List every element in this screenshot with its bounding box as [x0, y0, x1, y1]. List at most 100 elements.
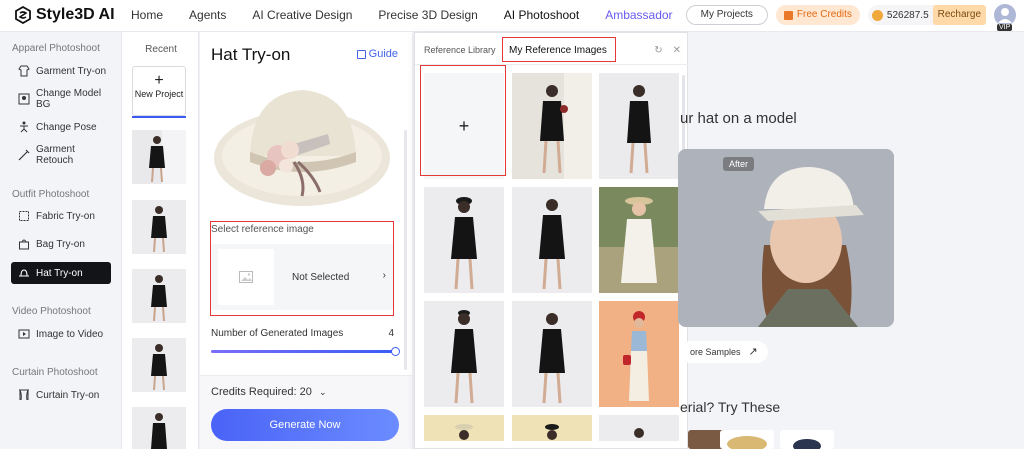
nav-item-precise-3d-design[interactable]: Precise 3D Design [365, 0, 490, 32]
free-credits-button[interactable]: Free Credits [775, 5, 860, 25]
nav-right: My Projects Free Credits 526287.5 Rechar… [685, 4, 1016, 31]
sidebar-item-garment-try-on[interactable]: Garment Try-on [11, 60, 111, 82]
sidebar: Apparel Photoshoot Garment Try-on Change… [0, 32, 121, 449]
model-photo-icon [132, 338, 186, 392]
more-samples-button[interactable]: ore Samples ↗ [680, 341, 768, 363]
refresh-icon[interactable]: ↻ [654, 45, 662, 56]
num-images-slider[interactable] [211, 347, 400, 356]
sidebar-item-change-pose[interactable]: Change Pose [11, 116, 111, 138]
reference-image[interactable] [424, 301, 504, 407]
reference-image[interactable] [599, 415, 679, 441]
sidebar-item-change-model-bg[interactable]: Change Model BG [11, 88, 111, 110]
reference-image[interactable] [424, 187, 504, 293]
user-icon [998, 8, 1012, 23]
cap-thumb-icon [793, 439, 821, 449]
reference-image[interactable] [512, 73, 592, 179]
sidebar-item-fabric-try-on[interactable]: Fabric Try-on [11, 205, 111, 227]
model-photo-icon [512, 187, 592, 293]
style3d-logo-icon [15, 6, 31, 24]
recent-thumbnail[interactable] [132, 338, 186, 392]
reference-image[interactable] [599, 73, 679, 179]
sidebar-item-label: Curtain Try-on [36, 389, 100, 401]
plus-icon: + [154, 72, 164, 89]
recharge-button[interactable]: Recharge [932, 5, 986, 25]
recent-thumbnail[interactable] [132, 407, 186, 449]
reference-image[interactable] [599, 187, 679, 293]
sidebar-section-apparel: Apparel Photoshoot [12, 43, 100, 54]
gift-icon [783, 10, 793, 20]
sidebar-item-hat-try-on[interactable]: Hat Try-on [11, 262, 111, 284]
close-icon[interactable]: ✕ [673, 45, 681, 56]
model-photo-icon [424, 301, 504, 407]
model-photo-icon [132, 130, 186, 184]
new-project-indicator [132, 116, 186, 118]
popup-actions: ↻ ✕ [654, 45, 681, 56]
reference-placeholder [218, 249, 274, 305]
video-icon [18, 328, 30, 340]
coin-icon [871, 9, 883, 21]
balance-value: 526287.5 [886, 9, 929, 21]
arrow-up-right-icon: ↗ [748, 346, 758, 358]
sidebar-item-garment-retouch[interactable]: Garment Retouch [11, 144, 111, 166]
avatar[interactable]: VIP [994, 4, 1016, 31]
generate-now-button[interactable]: Generate Now [211, 409, 399, 441]
reference-image[interactable] [512, 301, 592, 407]
panel-footer: Credits Required: 20 ⌄ Generate Now [200, 375, 412, 449]
curtain-icon [18, 389, 30, 401]
sidebar-item-bag-try-on[interactable]: Bag Try-on [11, 233, 111, 255]
sample-photo-icon [678, 149, 894, 327]
panel-scrollbar[interactable] [404, 130, 407, 370]
model-photo-icon [599, 415, 679, 441]
slider-fill [211, 350, 395, 353]
model-photo-icon [512, 415, 592, 441]
sidebar-section-outfit: Outfit Photoshoot [12, 189, 90, 200]
model-photo-icon [599, 301, 679, 407]
recent-thumbnail[interactable] [132, 130, 186, 184]
tab-reference-library[interactable]: Reference Library [424, 45, 496, 55]
sidebar-item-label: Change Model BG [36, 88, 102, 110]
logo[interactable]: Style3D AI [14, 6, 115, 24]
nav-item-ambassador[interactable]: Ambassador [592, 0, 685, 32]
reference-image[interactable] [512, 415, 592, 441]
page-title: Hat Try-on [211, 45, 291, 64]
after-sample-card: After [678, 149, 894, 327]
sidebar-item-image-to-video[interactable]: Image to Video [11, 323, 111, 345]
model-photo-icon [424, 415, 504, 441]
credits-required-label: Credits Required: 20 [211, 386, 312, 398]
nav-item-ai-photoshoot[interactable]: AI Photoshoot [491, 0, 592, 32]
add-reference-button[interactable]: + [424, 73, 504, 179]
sample-material-thumb[interactable] [780, 430, 834, 449]
nav-item-ai-creative-design[interactable]: AI Creative Design [239, 0, 365, 32]
nav-item-home[interactable]: Home [118, 0, 176, 32]
tab-my-reference-images[interactable]: My Reference Images [509, 45, 607, 56]
select-reference-button[interactable]: Not Selected › [210, 244, 394, 310]
select-reference-label: Select reference image [211, 224, 314, 235]
model-photo-icon [424, 187, 504, 293]
nav-item-agents[interactable]: Agents [176, 0, 239, 32]
reference-image[interactable] [512, 187, 592, 293]
model-photo-icon [599, 187, 679, 293]
credits-required[interactable]: Credits Required: 20 ⌄ [211, 386, 327, 398]
slider-handle[interactable] [391, 347, 400, 356]
reference-images-popup: Reference Library My Reference Images ↻ … [414, 32, 689, 449]
bag-icon [18, 238, 30, 250]
sidebar-item-curtain-try-on[interactable]: Curtain Try-on [11, 384, 111, 406]
my-projects-button[interactable]: My Projects [685, 5, 768, 25]
reference-image[interactable] [599, 301, 679, 407]
recent-thumbnail[interactable] [132, 200, 186, 254]
background-icon [18, 93, 30, 105]
sidebar-item-label: Bag Try-on [36, 238, 85, 250]
book-icon [356, 49, 366, 59]
new-project-label: New Project [134, 89, 184, 99]
reference-image[interactable] [424, 415, 504, 441]
guide-link[interactable]: Guide [356, 48, 398, 60]
sample-material-thumb[interactable] [720, 430, 774, 449]
sidebar-section-curtain: Curtain Photoshoot [12, 367, 98, 378]
sidebar-item-label: Image to Video [36, 328, 104, 340]
recent-thumbnail[interactable] [132, 269, 186, 323]
new-project-button[interactable]: + New Project [132, 66, 186, 116]
image-icon [239, 271, 253, 283]
num-images-value: 4 [388, 328, 394, 339]
recent-projects: Recent + New Project [121, 32, 199, 449]
hat-image-icon [214, 90, 390, 206]
